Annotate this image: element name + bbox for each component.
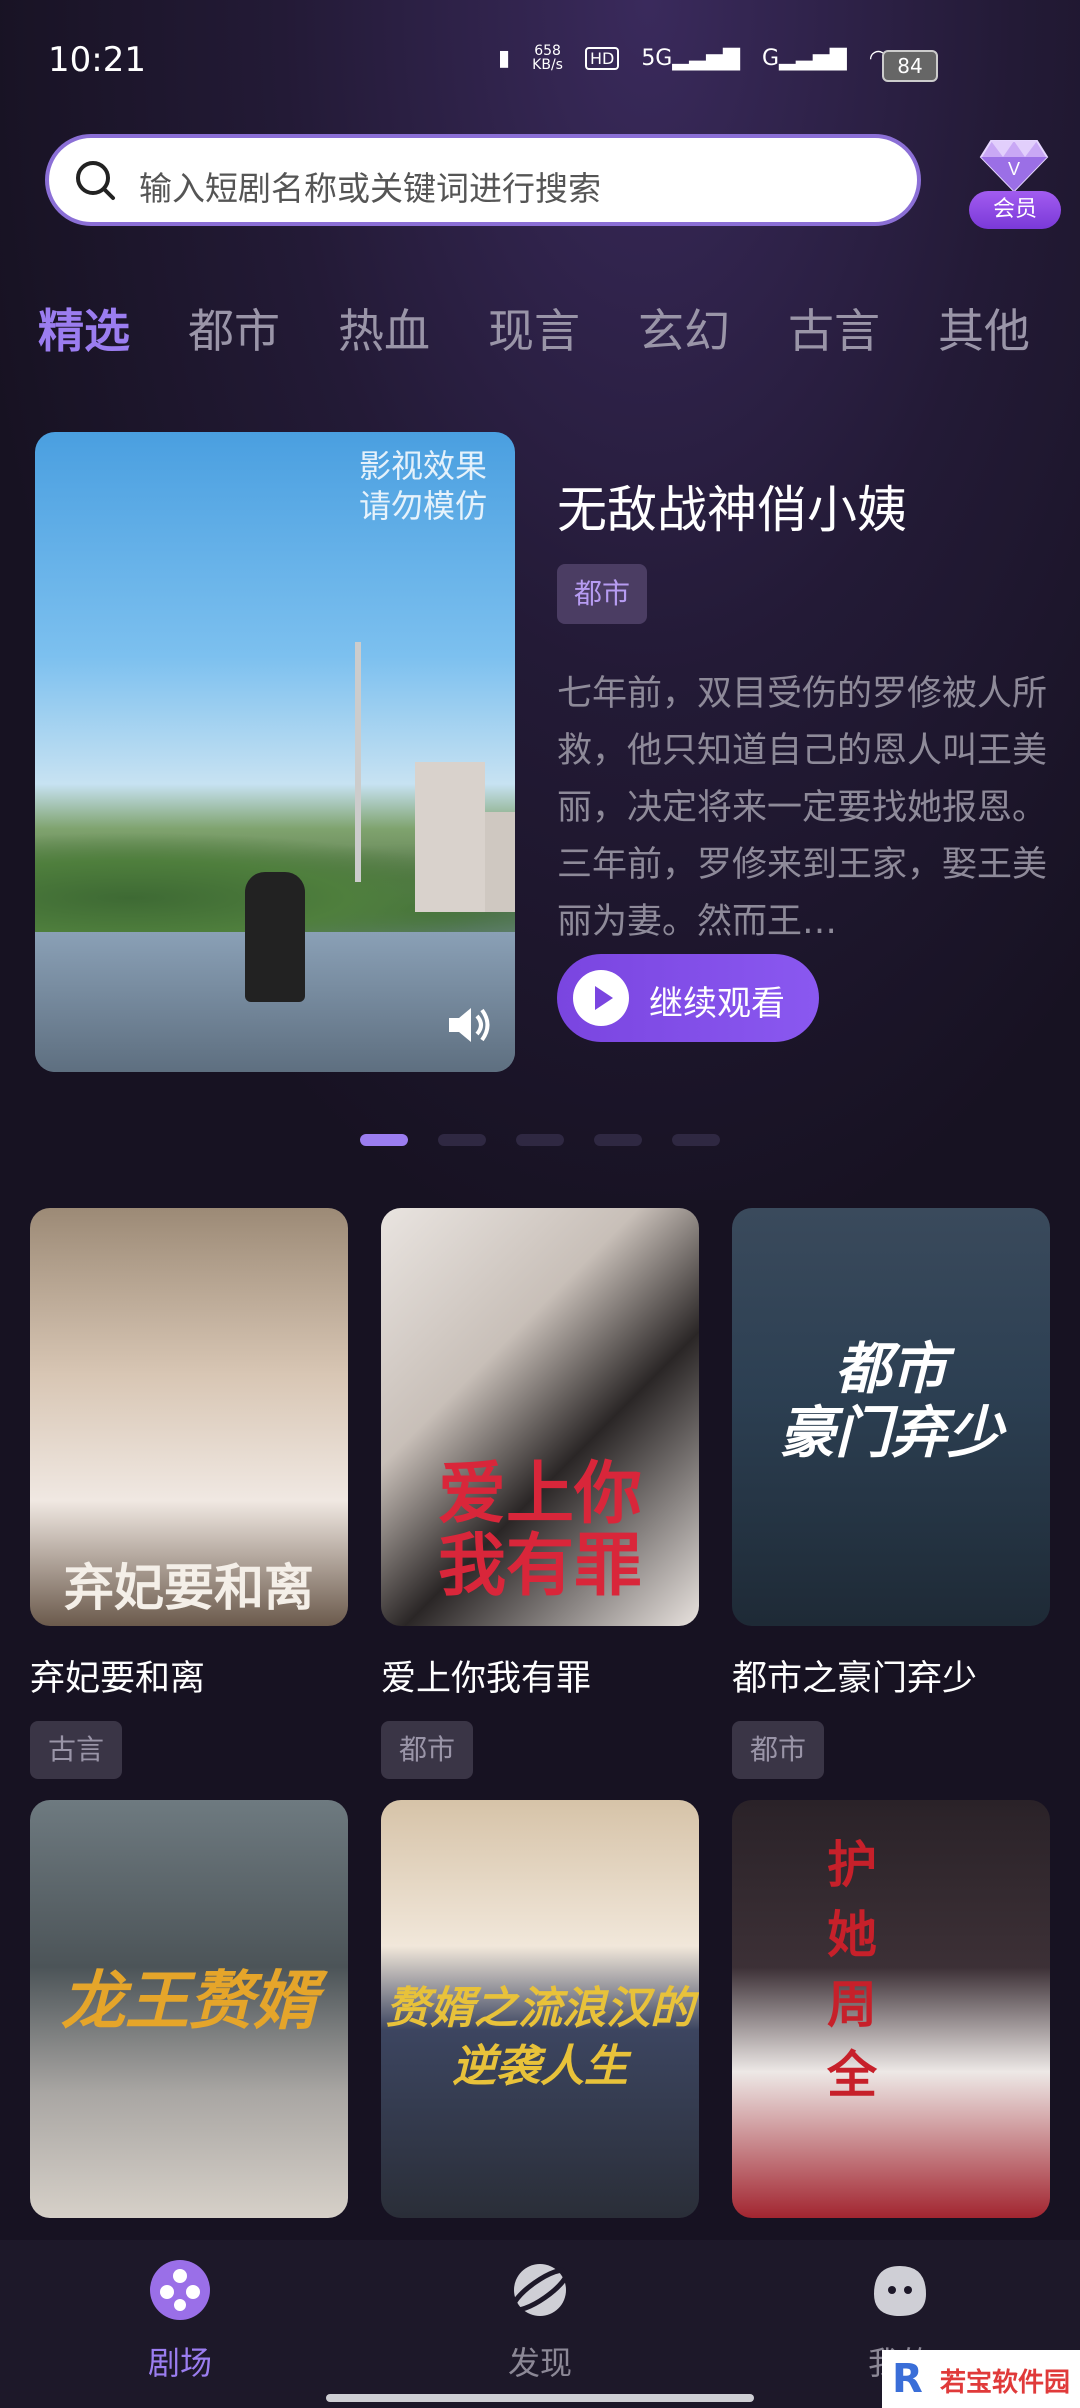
drama-card[interactable]: 赘婿之流浪汉的 逆袭人生 [381, 1800, 699, 2218]
hero-watermark: 影视效果 请勿模仿 [358, 447, 487, 525]
net-speed: 658 KB/s [532, 43, 563, 73]
drama-poster[interactable]: 爱上你 我有罪 [381, 1208, 699, 1626]
nav-discover[interactable]: 发现 [460, 2258, 620, 2384]
diamond-icon: V [979, 140, 1049, 193]
logo-r-icon: R [892, 2356, 923, 2402]
drama-title[interactable]: 弃妃要和离 [30, 1650, 348, 1701]
drama-card[interactable]: 龙王赘婿 [30, 1800, 348, 2218]
tab-urban[interactable]: 都市 [188, 295, 280, 361]
tab-featured[interactable]: 精选 [38, 295, 130, 361]
search-placeholder: 输入短剧名称或关键词进行搜索 [139, 169, 601, 208]
hero-title[interactable]: 无敌战神俏小姨 [557, 470, 907, 542]
drama-genre-tag: 古言 [30, 1721, 122, 1779]
drama-genre-tag: 都市 [732, 1721, 824, 1779]
hero-scene-building [415, 762, 485, 912]
tab-other[interactable]: 其他 [938, 295, 1030, 361]
drama-poster[interactable]: 护她周全 [732, 1800, 1050, 2218]
carousel-dot[interactable] [438, 1134, 486, 1146]
nav-theater[interactable]: 剧场 [100, 2258, 260, 2384]
logo-text: 若宝软件园 [940, 2368, 1071, 2398]
status-time: 10:21 [48, 40, 146, 80]
drama-poster[interactable]: 都市 豪门弃少 [732, 1208, 1050, 1626]
speaker-icon[interactable] [441, 998, 495, 1052]
carousel-dot[interactable] [360, 1134, 408, 1146]
home-indicator[interactable] [326, 2394, 754, 2402]
drama-card[interactable]: 弃妃要和离 弃妃要和离 古言 [30, 1208, 348, 1779]
carousel-dot[interactable] [516, 1134, 564, 1146]
hero-genre-tag: 都市 [557, 564, 647, 624]
poster-title: 爱上你 我有罪 [437, 1454, 642, 1606]
continue-watching-button[interactable]: 继续观看 [557, 954, 819, 1042]
vibrate-icon: ▮ [498, 45, 511, 71]
drama-genre-tag: 都市 [381, 1721, 473, 1779]
poster-title: 龙王赘婿 [61, 1965, 317, 2039]
nav-label: 剧场 [147, 2344, 212, 2382]
search-icon [76, 161, 115, 200]
signal-5g-icon: 5G▂▃▅▇ [641, 45, 741, 71]
profile-face-icon [874, 2266, 926, 2316]
drama-title[interactable]: 爱上你我有罪 [381, 1650, 699, 1701]
poster-title: 赘婿之流浪汉的 逆袭人生 [386, 1983, 694, 2092]
category-tabs: 精选 都市 热血 现言 玄幻 古言 其他 [0, 295, 1080, 365]
poster-title: 弃妃要和离 [64, 1558, 314, 1617]
carousel-dot[interactable] [672, 1134, 720, 1146]
drama-poster[interactable]: 赘婿之流浪汉的 逆袭人生 [381, 1800, 699, 2218]
hero-description: 七年前，双目受伤的罗修被人所救，他只知道自己的恩人叫王美丽，决定将来一定要找她报… [557, 674, 1048, 942]
tab-ancient-romance[interactable]: 古言 [788, 295, 880, 361]
search-bar[interactable]: 输入短剧名称或关键词进行搜索 [45, 134, 921, 226]
continue-watching-label: 继续观看 [649, 984, 785, 1024]
drama-poster[interactable]: 龙王赘婿 [30, 1800, 348, 2218]
hero-scene-building [485, 812, 515, 912]
nav-label: 发现 [507, 2344, 572, 2382]
drama-card[interactable]: 都市 豪门弃少 都市之豪门弃少 都市 [732, 1208, 1050, 1779]
drama-card[interactable]: 护她周全 [732, 1800, 1050, 2218]
battery-icon: 84 [882, 50, 938, 82]
tab-modern-romance[interactable]: 现言 [488, 295, 580, 361]
carousel-dot[interactable] [594, 1134, 642, 1146]
poster-title: 护她周全 [827, 1835, 877, 2104]
status-bar: 10:21 ▮ 658 KB/s HD 5G▂▃▅▇ G▂▃▅▇ ◠ 84 [0, 0, 1080, 120]
vip-label: 会员 [969, 191, 1061, 229]
film-reel-icon [150, 2260, 210, 2320]
tab-fantasy[interactable]: 玄幻 [638, 295, 730, 361]
hero-scene-pole [355, 642, 361, 882]
site-watermark-logo: R 若宝软件园 [882, 2350, 1080, 2408]
hd-icon: HD [584, 46, 620, 70]
poster-title: 都市 豪门弃少 [779, 1337, 1003, 1466]
planet-icon [510, 2264, 570, 2316]
hero-video-player[interactable]: 影视效果 请勿模仿 [35, 432, 515, 1072]
drama-card[interactable]: 爱上你 我有罪 爱上你我有罪 都市 [381, 1208, 699, 1779]
play-icon [573, 970, 629, 1026]
hero-scene-rider [245, 872, 305, 1002]
tab-action[interactable]: 热血 [338, 295, 430, 361]
drama-poster[interactable]: 弃妃要和离 [30, 1208, 348, 1626]
signal-g-icon: G▂▃▅▇ [762, 45, 847, 71]
svg-text:V: V [1008, 159, 1020, 179]
drama-title[interactable]: 都市之豪门弃少 [732, 1650, 1050, 1701]
vip-button[interactable]: V 会员 [965, 133, 1065, 233]
